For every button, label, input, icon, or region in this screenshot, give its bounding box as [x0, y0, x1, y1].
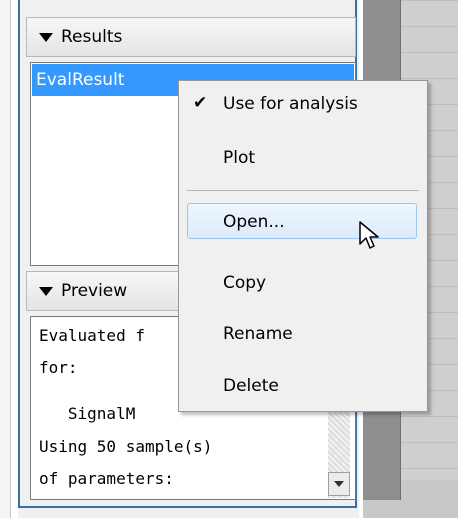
scroll-down-arrow-icon: [334, 481, 344, 487]
results-section-header[interactable]: Results: [26, 17, 356, 57]
preview-line: for:: [39, 358, 78, 377]
menu-item-copy[interactable]: Copy: [179, 264, 427, 302]
app-window: Results EvalResult Preview Evaluated f f…: [0, 0, 458, 518]
menu-item-label: Plot: [223, 148, 256, 168]
menu-item-plot[interactable]: Plot: [179, 139, 427, 177]
preview-line: Using 50 sample(s): [39, 437, 213, 456]
checkmark-icon: ✔: [193, 93, 208, 113]
menu-item-label: Copy: [223, 273, 267, 293]
triangle-down-icon: [39, 286, 53, 296]
mouse-pointer-icon: [359, 221, 379, 249]
menu-item-label: Rename: [223, 324, 293, 344]
menu-item-label: Open...: [223, 212, 285, 232]
preview-line: SignalM: [39, 404, 136, 423]
menu-item-rename[interactable]: Rename: [179, 315, 427, 353]
menu-item-label: Delete: [223, 376, 279, 396]
context-menu: ✔ Use for analysis Plot Open... Copy Ren…: [178, 80, 428, 412]
menu-separator: [187, 190, 419, 191]
triangle-down-icon: [39, 32, 53, 42]
results-list-item-label: EvalResult: [36, 70, 125, 90]
preview-line: Evaluated f: [39, 326, 145, 345]
menu-item-delete[interactable]: Delete: [179, 367, 427, 405]
window-edge: [0, 0, 11, 518]
scroll-down-button[interactable]: [328, 472, 350, 496]
menu-item-label: Use for analysis: [223, 94, 358, 114]
results-header-label: Results: [61, 27, 123, 47]
preview-header-label: Preview: [61, 281, 128, 301]
menu-item-use-for-analysis[interactable]: ✔ Use for analysis: [179, 85, 427, 123]
preview-line: of parameters:: [39, 469, 174, 488]
